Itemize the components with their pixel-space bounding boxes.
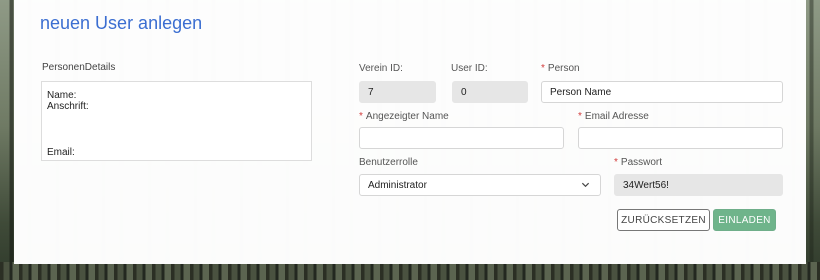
verein-id-value: 7	[368, 86, 374, 98]
required-marker: *	[541, 63, 545, 74]
role-selected-value: Administrator	[368, 179, 427, 191]
reset-button[interactable]: ZURÜCKSETZEN	[617, 209, 710, 231]
required-marker: *	[359, 111, 363, 122]
invite-button[interactable]: EINLADEN	[713, 209, 776, 231]
person-details-heading: PersonenDetails	[42, 62, 116, 73]
required-marker: *	[578, 111, 582, 122]
person-field[interactable]: Person Name	[541, 81, 783, 103]
role-select[interactable]: Administrator	[359, 174, 601, 196]
required-marker: *	[614, 157, 618, 168]
password-field[interactable]: 34Wert56!	[614, 174, 783, 196]
person-details-box: Name: Anschrift: Email:	[41, 81, 312, 161]
verein-id-field: 7	[359, 81, 436, 103]
details-address-label: Anschrift:	[47, 101, 89, 112]
person-label: * Person	[541, 63, 580, 74]
details-name-label: Name:	[47, 90, 77, 101]
display-name-label: * Angezeigter Name	[359, 111, 449, 122]
role-label: Benutzerrolle	[359, 157, 418, 168]
person-value: Person Name	[550, 86, 612, 98]
verein-id-label: Verein ID:	[359, 63, 403, 74]
password-label: * Passwort	[614, 157, 663, 168]
create-user-card: neuen User anlegen PersonenDetails Name:…	[14, 0, 806, 264]
user-id-value: 0	[461, 86, 467, 98]
details-email-label: Email:	[47, 147, 75, 158]
password-value: 34Wert56!	[623, 179, 669, 191]
display-name-field[interactable]	[359, 127, 564, 149]
user-id-field: 0	[452, 81, 528, 103]
chevron-down-icon	[581, 180, 590, 191]
forest-background-ground	[0, 262, 820, 280]
page-title: neuen User anlegen	[40, 13, 203, 33]
email-label: * Email Adresse	[578, 111, 649, 122]
user-id-label: User ID:	[451, 63, 488, 74]
email-field[interactable]	[578, 127, 783, 149]
